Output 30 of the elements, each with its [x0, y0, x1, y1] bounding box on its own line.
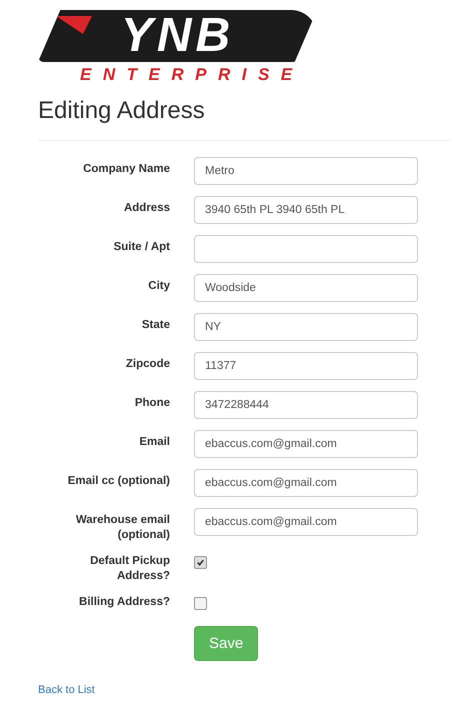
check-icon	[196, 558, 205, 568]
input-field[interactable]: ebaccus.com@gmail.com	[194, 469, 418, 498]
field-label: Suite / Apt	[112, 240, 170, 256]
field-label: Phone	[134, 396, 170, 412]
logo-mark: YNB	[120, 12, 234, 60]
input-field[interactable]: 11377	[194, 352, 418, 380]
field-label: Company Name	[82, 162, 170, 178]
page-title: Editing Address	[38, 98, 206, 124]
input-field[interactable]: ebaccus.com@gmail.com	[194, 508, 418, 536]
field-label: Email	[138, 435, 170, 450]
input-field[interactable]: 3472288444	[194, 391, 418, 420]
back-link[interactable]: Back to List	[38, 684, 95, 696]
logo-triangle-icon	[56, 16, 92, 34]
field-label: City	[147, 279, 170, 294]
input-field[interactable]: ebaccus.com@gmail.com	[194, 430, 418, 458]
checkbox[interactable]	[194, 597, 207, 610]
input-field[interactable]: 3940 65th PL 3940 65th PL	[194, 196, 418, 224]
field-label: State	[140, 318, 170, 334]
field-label: Billing Address?	[78, 595, 170, 610]
checkbox[interactable]	[194, 556, 207, 570]
input-field[interactable]	[194, 235, 418, 264]
input-field[interactable]: NY	[194, 313, 418, 342]
input-field[interactable]: Woodside	[194, 274, 418, 302]
logo-wordmark: ENTERPRISE	[80, 66, 304, 83]
field-label: Zipcode	[124, 357, 170, 372]
field-label: Email cc (optional)	[66, 474, 170, 490]
field-label: Warehouse email (optional)	[74, 513, 170, 544]
field-label: Default Pickup Address?	[89, 554, 170, 584]
input-field[interactable]: Metro	[194, 157, 418, 186]
field-label: Address	[122, 201, 170, 216]
